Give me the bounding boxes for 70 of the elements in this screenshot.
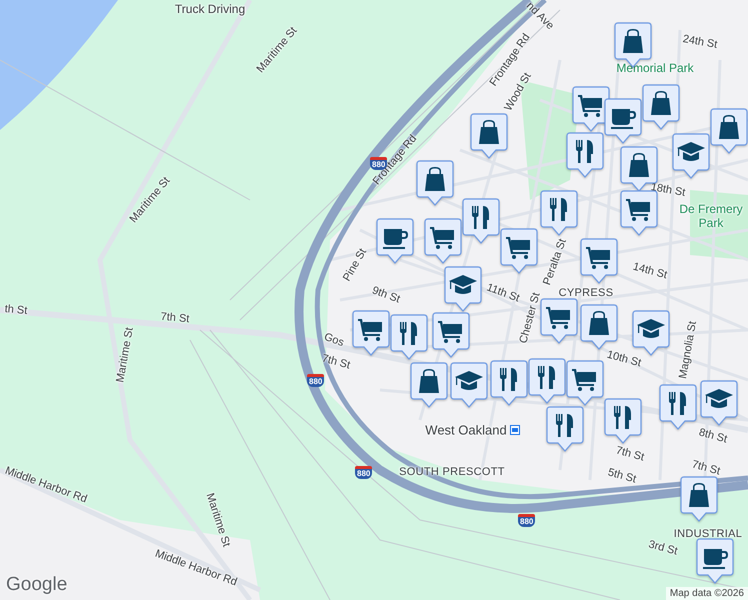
street-label: 10th St [606,348,642,370]
fork-and-knife-icon [614,406,631,429]
street-label: 7th St [690,458,722,478]
shopping-cart-icon [572,369,596,391]
train-station-icon [510,425,520,435]
shopping-cart-icon [438,321,462,343]
street-label: 14th St [632,260,668,282]
coffee-cup-icon [383,229,408,249]
park-label: Memorial Park [616,61,694,75]
coffee-cup-icon [703,549,728,569]
fork-and-knife-icon [400,322,417,345]
map-logo: Google [6,574,68,596]
shopping-bag-icon [479,120,499,144]
street-label: 8th St [698,426,728,446]
district-label: CYPRESS [558,287,614,299]
shopping-bag-icon [425,167,445,191]
graduation-cap-icon [455,371,483,390]
shopping-bag-icon [419,369,439,393]
coffee-cup-icon [611,109,636,129]
shopping-cart-icon [430,227,454,249]
fork-and-knife-icon [550,198,567,221]
park-label: Park [698,216,724,230]
highway-shield: 880 [355,466,372,479]
highway-shield: 880 [518,514,536,527]
street-label: th St [4,303,28,317]
fork-and-knife-icon [472,206,489,229]
street-label: Middle Harbor Rd [153,548,239,588]
district-label: INDUSTRIAL [674,528,742,540]
street-label: 18th St [650,181,686,199]
fork-and-knife-icon [669,392,686,415]
shopping-cart-icon [626,199,650,221]
shopping-cart-icon [546,307,570,329]
graduation-cap-icon [637,319,665,338]
street-label: Maritime St [114,326,136,384]
street-label: 24th St [682,33,718,51]
street-label: 9th St [370,284,402,306]
street-label: Maritime St [204,492,232,548]
map-attribution: Map data ©2026 [666,587,748,600]
street-label: 5th St [606,466,638,486]
street-label: 7th St [320,352,352,372]
fork-and-knife-icon [556,414,573,437]
graduation-cap-icon [705,389,733,408]
shopping-cart-icon [586,247,610,269]
street-label: Middle Harbor Rd [3,464,89,506]
street-label: 7th St [160,310,190,326]
shopping-bag-icon [629,153,649,177]
shopping-cart-icon [358,319,382,341]
shopping-bag-icon [589,311,609,335]
fork-and-knife-icon [576,140,593,163]
street-label: nd Ave [524,0,556,32]
highway-shield: 880 [307,374,324,387]
street-label: Magnolia St [677,320,699,380]
shopping-bag-icon [651,91,671,115]
shopping-cart-icon [578,95,602,117]
graduation-cap-icon [677,142,705,161]
shopping-bag-icon [719,115,739,139]
street-label: 11th St [484,282,522,304]
street-label: 7th St [614,444,646,464]
district-label: SOUTH PRESCOTT [399,466,505,478]
park-label: De Fremery [679,202,743,216]
street-label: 3rd St [647,538,679,558]
place-label: Truck Driving [174,2,246,16]
fork-and-knife-icon [500,368,517,391]
graduation-cap-icon [449,275,477,294]
station-label: West Oakland [425,422,507,438]
shopping-cart-icon [506,237,530,259]
street-label: Gos [322,330,346,350]
shopping-bag-icon [689,483,709,507]
shopping-bag-icon [623,29,643,53]
fork-and-knife-icon [538,366,555,389]
